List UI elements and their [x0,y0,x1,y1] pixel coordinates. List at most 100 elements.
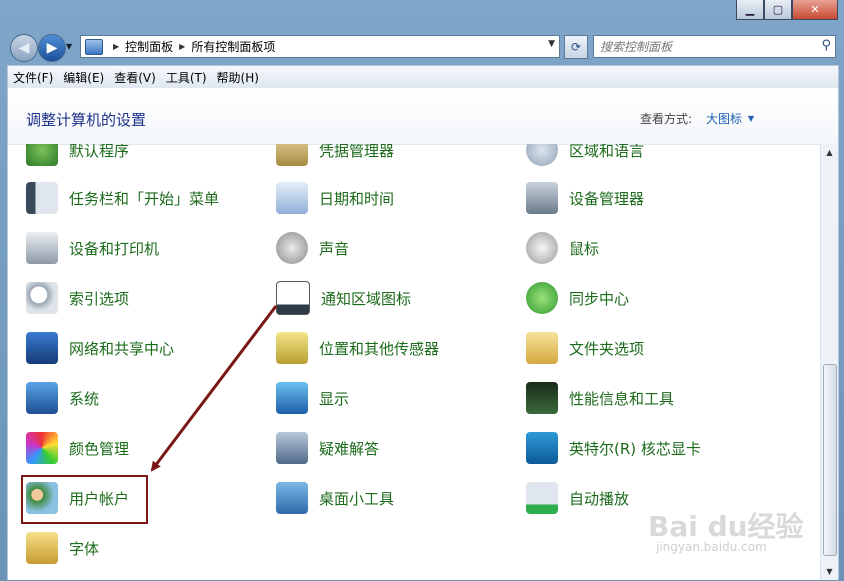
item-label: 文件夹选项 [569,339,645,358]
scrollbar-thumb[interactable] [823,364,837,556]
minimize-button[interactable]: ▁ [736,0,764,20]
search-icon[interactable]: ⚲ [821,38,831,53]
date-time-icon [276,182,308,214]
item-label: 自动播放 [569,489,630,508]
breadcrumb-separator-icon[interactable]: ▶ [179,42,185,51]
forward-button[interactable]: ▶ [38,34,66,62]
menu-view[interactable]: 查看(V) [109,69,161,86]
item-label: 颜色管理 [69,439,130,458]
address-row: ◀ ▶ ▼ ▶ 控制面板 ▶ 所有控制面板项 ▼ ⟳ ⚲ [0,30,844,62]
item-autoplay[interactable]: 自动播放 [526,480,629,516]
item-label: 默认程序 [69,144,130,160]
item-credential-manager[interactable]: 凭据管理器 [276,144,394,168]
search-box[interactable]: ⚲ [593,35,836,58]
item-label: 通知区域图标 [321,289,412,308]
item-notification-icons[interactable]: 通知区域图标 [276,280,411,316]
item-label: 任务栏和「开始」菜单 [69,189,220,208]
item-troubleshooting[interactable]: 疑难解答 [276,430,379,466]
speaker-icon [276,232,308,264]
item-intel-graphics[interactable]: 英特尔(R) 核芯显卡 [526,430,701,466]
forward-arrow-icon: ▶ [46,40,58,56]
item-sync-center[interactable]: 同步中心 [526,280,629,316]
item-label: 系统 [69,389,100,408]
item-label: 显示 [319,389,350,408]
item-label: 英特尔(R) 核芯显卡 [569,439,701,458]
search-input[interactable] [598,38,812,55]
item-device-manager[interactable]: 设备管理器 [526,180,644,216]
item-display[interactable]: 显示 [276,380,349,416]
device-manager-icon [526,182,558,214]
address-dropdown-icon[interactable]: ▼ [548,39,555,49]
item-system[interactable]: 系统 [26,380,99,416]
fonts-icon [26,532,58,564]
scroll-up-icon[interactable]: ▲ [821,144,838,161]
item-fonts[interactable]: 字体 [26,530,99,566]
system-icon [26,382,58,414]
credential-manager-icon [276,144,308,166]
item-date-time[interactable]: 日期和时间 [276,180,394,216]
item-label: 网络和共享中心 [69,339,175,358]
item-label: 同步中心 [569,289,630,308]
index-search-icon [26,282,58,314]
view-dropdown-arrow-icon[interactable]: ▼ [748,114,754,123]
gadgets-icon [276,482,308,514]
watermark-url: jingyan.baidu.com [656,540,767,554]
scroll-down-icon[interactable]: ▼ [821,563,838,580]
item-network-sharing[interactable]: 网络和共享中心 [26,330,174,366]
item-location-sensors[interactable]: 位置和其他传感器 [276,330,439,366]
watermark-logo: Bai du经验 [648,510,804,543]
performance-icon [526,382,558,414]
item-desktop-gadgets[interactable]: 桌面小工具 [276,480,394,516]
view-by-dropdown[interactable]: 大图标 [706,110,742,127]
address-bar[interactable]: ▶ 控制面板 ▶ 所有控制面板项 ▼ [80,35,560,58]
item-label: 区域和语言 [569,144,645,160]
window-controls: ▁ ▢ ✕ [736,0,838,20]
back-arrow-icon: ◀ [18,40,30,56]
sync-icon [526,282,558,314]
folder-options-icon [526,332,558,364]
highlight-box [21,475,148,524]
menu-file[interactable]: 文件(F) [8,69,58,86]
menu-edit[interactable]: 编辑(E) [58,69,109,86]
default-programs-icon [26,144,58,166]
item-label: 索引选项 [69,289,130,308]
page-title: 调整计算机的设置 [26,111,147,129]
item-mouse[interactable]: 鼠标 [526,230,599,266]
recent-pages-dropdown[interactable]: ▼ [66,42,72,51]
item-sound[interactable]: 声音 [276,230,349,266]
item-label: 日期和时间 [319,189,395,208]
view-by-label: 查看方式: [639,112,692,126]
item-folder-options[interactable]: 文件夹选项 [526,330,644,366]
breadcrumb-all-items[interactable]: 所有控制面板项 [191,38,275,55]
network-icon [26,332,58,364]
location-sensor-icon [276,332,308,364]
menu-tools[interactable]: 工具(T) [161,69,212,86]
item-taskbar[interactable]: 任务栏和「开始」菜单 [26,180,219,216]
menu-help[interactable]: 帮助(H) [212,69,264,86]
item-region-language[interactable]: 区域和语言 [526,144,644,168]
back-button[interactable]: ◀ [10,34,38,62]
item-label: 位置和其他传感器 [319,339,440,358]
vertical-scrollbar[interactable]: ▲ ▼ [820,144,838,580]
item-label: 设备管理器 [569,189,645,208]
breadcrumb-separator-icon[interactable]: ▶ [113,42,119,51]
refresh-icon: ⟳ [570,40,582,54]
item-label: 桌面小工具 [319,489,395,508]
item-label: 凭据管理器 [319,144,395,160]
title-bar: ▁ ▢ ✕ [0,0,844,30]
content-header: 调整计算机的设置 查看方式: 大图标 ▼ [8,88,838,145]
item-label: 设备和打印机 [69,239,160,258]
region-language-icon [526,144,558,166]
refresh-button[interactable]: ⟳ [564,35,588,59]
item-performance[interactable]: 性能信息和工具 [526,380,674,416]
close-button[interactable]: ✕ [792,0,838,20]
breadcrumb-control-panel[interactable]: 控制面板 [125,38,173,55]
mouse-icon [526,232,558,264]
maximize-button[interactable]: ▢ [764,0,792,20]
item-label: 字体 [69,539,100,558]
item-color-management[interactable]: 颜色管理 [26,430,129,466]
item-devices-printers[interactable]: 设备和打印机 [26,230,159,266]
item-label: 鼠标 [569,239,600,258]
item-index-options[interactable]: 索引选项 [26,280,129,316]
item-default-programs[interactable]: 默认程序 [26,144,129,168]
